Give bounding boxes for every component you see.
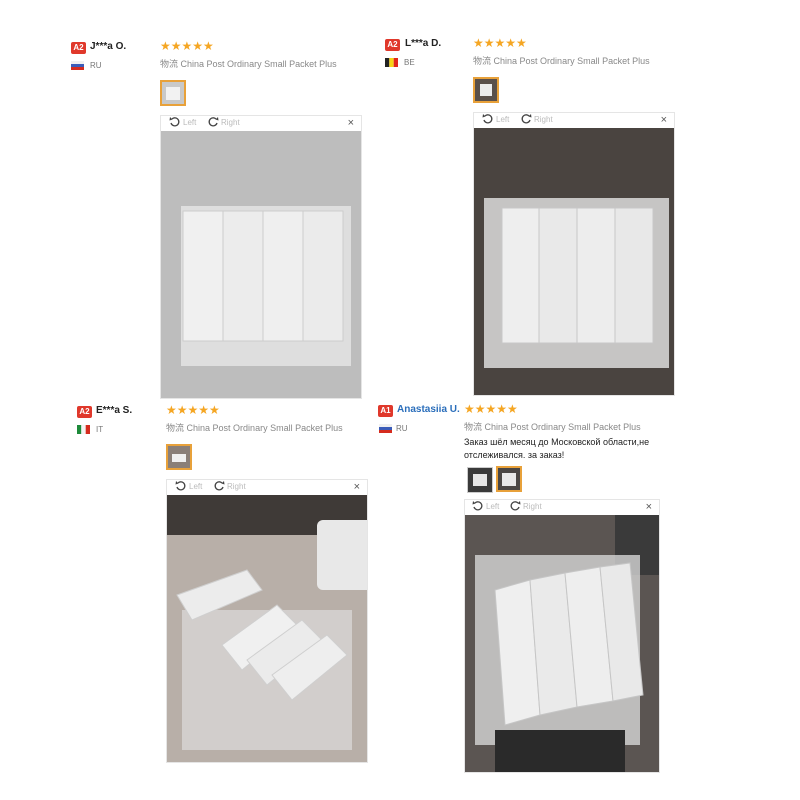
reviewer-country: RU bbox=[396, 424, 408, 433]
review-photo[interactable] bbox=[474, 128, 674, 395]
shipping-method: 物流 China Post Ordinary Small Packet Plus bbox=[160, 57, 337, 70]
rotate-left-icon bbox=[175, 481, 186, 491]
flag-be-icon bbox=[385, 58, 398, 67]
review-card: A1 Anastasiia U. RU ★★★★★ 物流 China Post … bbox=[378, 400, 800, 800]
review-card: A2 L***a D. BE ★★★★★ 物流 China Post Ordin… bbox=[385, 0, 800, 400]
rotate-left-button[interactable]: Left bbox=[482, 113, 509, 125]
photo-thumbnail[interactable] bbox=[473, 77, 499, 103]
reviewer-name: J***a O. bbox=[90, 41, 127, 52]
shipping-text: China Post Ordinary Small Packet Plus bbox=[493, 56, 650, 66]
shipping-label: 物流 bbox=[464, 422, 483, 432]
photo-thumbnail[interactable] bbox=[496, 466, 522, 492]
flag-ru-icon bbox=[379, 424, 392, 433]
photo-thumbnail[interactable] bbox=[467, 467, 493, 493]
rotate-right-label: Right bbox=[227, 481, 246, 491]
rotate-right-button[interactable]: Right bbox=[520, 113, 553, 125]
thumbnail-image bbox=[168, 446, 190, 468]
reviewer-name: E***a S. bbox=[96, 405, 133, 416]
shipping-label: 物流 bbox=[160, 59, 179, 69]
review-photo[interactable] bbox=[465, 515, 659, 772]
shipping-label: 物流 bbox=[473, 56, 492, 66]
rotate-left-icon bbox=[169, 117, 180, 127]
shipping-method: 物流 China Post Ordinary Small Packet Plus bbox=[473, 54, 650, 67]
rotate-right-icon bbox=[510, 501, 521, 511]
close-icon[interactable]: × bbox=[661, 113, 667, 127]
reviewer-country: IT bbox=[96, 425, 104, 434]
reviewer-name[interactable]: Anastasiia U. bbox=[397, 404, 460, 415]
rotate-right-label: Right bbox=[534, 114, 553, 124]
thumbnail-image bbox=[475, 79, 497, 101]
rotate-left-label: Left bbox=[183, 117, 197, 127]
flag-ru-icon bbox=[71, 61, 84, 70]
review-photo[interactable] bbox=[167, 495, 367, 762]
rotate-right-icon bbox=[208, 117, 219, 127]
rotate-left-label: Left bbox=[486, 501, 500, 511]
rotate-right-label: Right bbox=[221, 117, 240, 127]
close-icon[interactable]: × bbox=[646, 500, 652, 514]
reviewer-name: L***a D. bbox=[405, 38, 442, 49]
star-rating: ★★★★★ bbox=[464, 402, 518, 416]
rotate-left-button[interactable]: Left bbox=[472, 500, 499, 512]
shipping-method: 物流 China Post Ordinary Small Packet Plus bbox=[166, 421, 343, 434]
rotate-right-button[interactable]: Right bbox=[207, 116, 240, 128]
photo-thumbnail[interactable] bbox=[160, 80, 186, 106]
photo-viewer: Left Right × bbox=[166, 479, 368, 763]
rotate-left-button[interactable]: Left bbox=[169, 116, 196, 128]
close-icon[interactable]: × bbox=[354, 480, 360, 494]
rotate-left-icon bbox=[482, 114, 493, 124]
flag-it-icon bbox=[77, 425, 90, 434]
shipping-method: 物流 China Post Ordinary Small Packet Plus bbox=[464, 420, 641, 433]
star-rating: ★★★★★ bbox=[473, 36, 527, 50]
rotate-left-button[interactable]: Left bbox=[175, 480, 202, 492]
thumbnail-image bbox=[162, 82, 184, 104]
viewer-toolbar: Left Right × bbox=[161, 116, 361, 130]
star-rating: ★★★★★ bbox=[160, 39, 214, 53]
rotate-right-button[interactable]: Right bbox=[509, 500, 542, 512]
photo-viewer: Left Right × bbox=[464, 499, 660, 773]
shipping-text: China Post Ordinary Small Packet Plus bbox=[186, 423, 343, 433]
level-badge: A2 bbox=[77, 406, 92, 418]
reviewer-country: RU bbox=[90, 61, 102, 70]
thumbnail-image bbox=[468, 468, 492, 492]
shipping-text: China Post Ordinary Small Packet Plus bbox=[484, 422, 641, 432]
star-rating: ★★★★★ bbox=[166, 403, 220, 417]
shipping-text: China Post Ordinary Small Packet Plus bbox=[180, 59, 337, 69]
viewer-toolbar: Left Right × bbox=[465, 500, 659, 514]
review-photo[interactable] bbox=[161, 131, 361, 398]
photo-viewer: Left Right × bbox=[160, 115, 362, 399]
level-badge: A2 bbox=[71, 42, 86, 54]
viewer-toolbar: Left Right × bbox=[167, 480, 367, 494]
review-comment: Заказ шёл месяц до Московской области,не… bbox=[464, 437, 650, 460]
rotate-left-icon bbox=[472, 501, 483, 511]
shipping-label: 物流 bbox=[166, 423, 185, 433]
photo-viewer: Left Right × bbox=[473, 112, 675, 396]
reviewer-country: BE bbox=[404, 58, 415, 67]
close-icon[interactable]: × bbox=[348, 116, 354, 130]
photo-thumbnail[interactable] bbox=[166, 444, 192, 470]
review-card: A2 E***a S. IT ★★★★★ 物流 China Post Ordin… bbox=[0, 400, 400, 800]
rotate-right-button[interactable]: Right bbox=[213, 480, 246, 492]
rotate-right-icon bbox=[214, 481, 225, 491]
review-card: A2 J***a O. RU ★★★★★ 物流 China Post Ordin… bbox=[0, 0, 400, 400]
level-badge: A1 bbox=[378, 405, 393, 417]
rotate-left-label: Left bbox=[496, 114, 510, 124]
rotate-left-label: Left bbox=[189, 481, 203, 491]
thumbnail-image bbox=[498, 468, 520, 490]
rotate-right-label: Right bbox=[523, 501, 542, 511]
viewer-toolbar: Left Right × bbox=[474, 113, 674, 127]
level-badge: A2 bbox=[385, 39, 400, 51]
rotate-right-icon bbox=[521, 114, 532, 124]
